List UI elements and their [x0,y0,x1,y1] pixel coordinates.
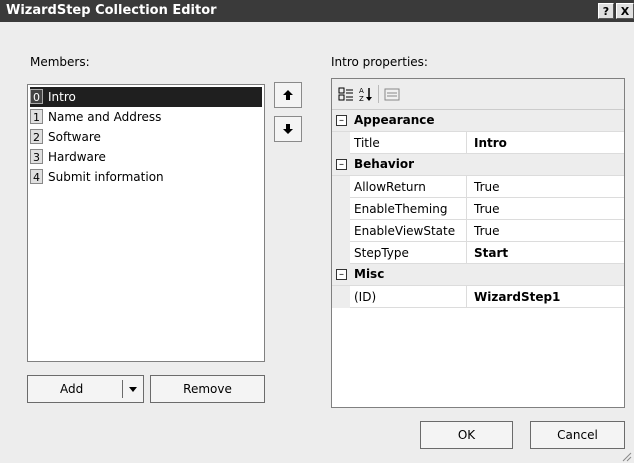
list-item[interactable]: 2 Software [30,127,262,147]
move-down-button[interactable] [274,116,302,142]
arrow-up-icon [283,90,293,100]
category-row-behavior[interactable]: – Behavior [332,154,624,176]
list-item-index: 1 [30,109,43,124]
ok-button[interactable]: OK [420,421,513,449]
add-button[interactable]: Add [27,375,144,403]
property-grid[interactable]: A Z – Appearance Title Intro – Behavior … [331,78,625,408]
members-label: Members: [30,55,90,69]
alphabetical-icon[interactable]: A Z [358,86,374,102]
properties-label: Intro properties: [331,55,428,69]
category-name: Misc [354,267,385,281]
category-row-appearance[interactable]: – Appearance [332,110,624,132]
add-button-label: Add [60,382,84,396]
move-up-button[interactable] [274,82,302,108]
property-grid-toolbar: A Z [332,79,624,110]
property-row-id[interactable]: (ID) WizardStep1 [332,286,624,308]
list-item-index: 3 [30,149,43,164]
property-value[interactable]: True [474,224,500,238]
categorized-icon[interactable] [338,86,354,102]
list-item-label: Submit information [48,170,164,184]
property-name: EnableTheming [354,202,448,216]
list-item-index: 0 [30,89,43,104]
title-bar: WizardStep Collection Editor ? X [0,0,634,22]
property-name: (ID) [354,290,377,304]
list-item-label: Software [48,130,101,144]
collection-editor-dialog: WizardStep Collection Editor ? X Members… [0,0,634,463]
list-item[interactable]: 4 Submit information [30,167,262,187]
members-list[interactable]: 0 Intro 1 Name and Address 2 Software 3 … [27,84,265,362]
svg-text:Z: Z [359,95,364,102]
category-row-misc[interactable]: – Misc [332,264,624,286]
property-name: AllowReturn [354,180,426,194]
property-value[interactable]: True [474,180,500,194]
list-item[interactable]: 3 Hardware [30,147,262,167]
cancel-button[interactable]: Cancel [530,421,625,449]
collapse-icon[interactable]: – [336,159,347,170]
property-row-enabletheming[interactable]: EnableTheming True [332,198,624,220]
property-row-enableviewstate[interactable]: EnableViewState True [332,220,624,242]
property-name: Title [354,136,380,150]
collapse-icon[interactable]: – [336,115,347,126]
arrow-down-icon [283,124,293,134]
resize-grip-icon[interactable] [620,450,632,462]
property-row-title[interactable]: Title Intro [332,132,624,154]
collapse-icon[interactable]: – [336,269,347,280]
list-item-label: Intro [48,90,76,104]
close-button[interactable]: X [616,3,634,19]
category-name: Behavior [354,157,415,171]
list-item-label: Name and Address [48,110,162,124]
window-title: WizardStep Collection Editor [6,3,217,18]
remove-button[interactable]: Remove [150,375,265,403]
property-row-allowreturn[interactable]: AllowReturn True [332,176,624,198]
property-value[interactable]: True [474,202,500,216]
property-value[interactable]: WizardStep1 [474,290,560,304]
category-name: Appearance [354,113,435,127]
chevron-down-icon[interactable] [129,387,137,393]
help-button[interactable]: ? [598,3,614,19]
property-pages-icon[interactable] [384,86,400,102]
property-row-steptype[interactable]: StepType Start [332,242,624,264]
property-name: EnableViewState [354,224,456,238]
list-item-index: 2 [30,129,43,144]
list-item-label: Hardware [48,150,106,164]
property-value[interactable]: Start [474,246,508,260]
svg-text:A: A [359,87,364,95]
list-item[interactable]: 0 Intro [30,87,262,107]
list-item-index: 4 [30,169,43,184]
property-name: StepType [354,246,409,260]
property-value[interactable]: Intro [474,136,507,150]
list-item[interactable]: 1 Name and Address [30,107,262,127]
